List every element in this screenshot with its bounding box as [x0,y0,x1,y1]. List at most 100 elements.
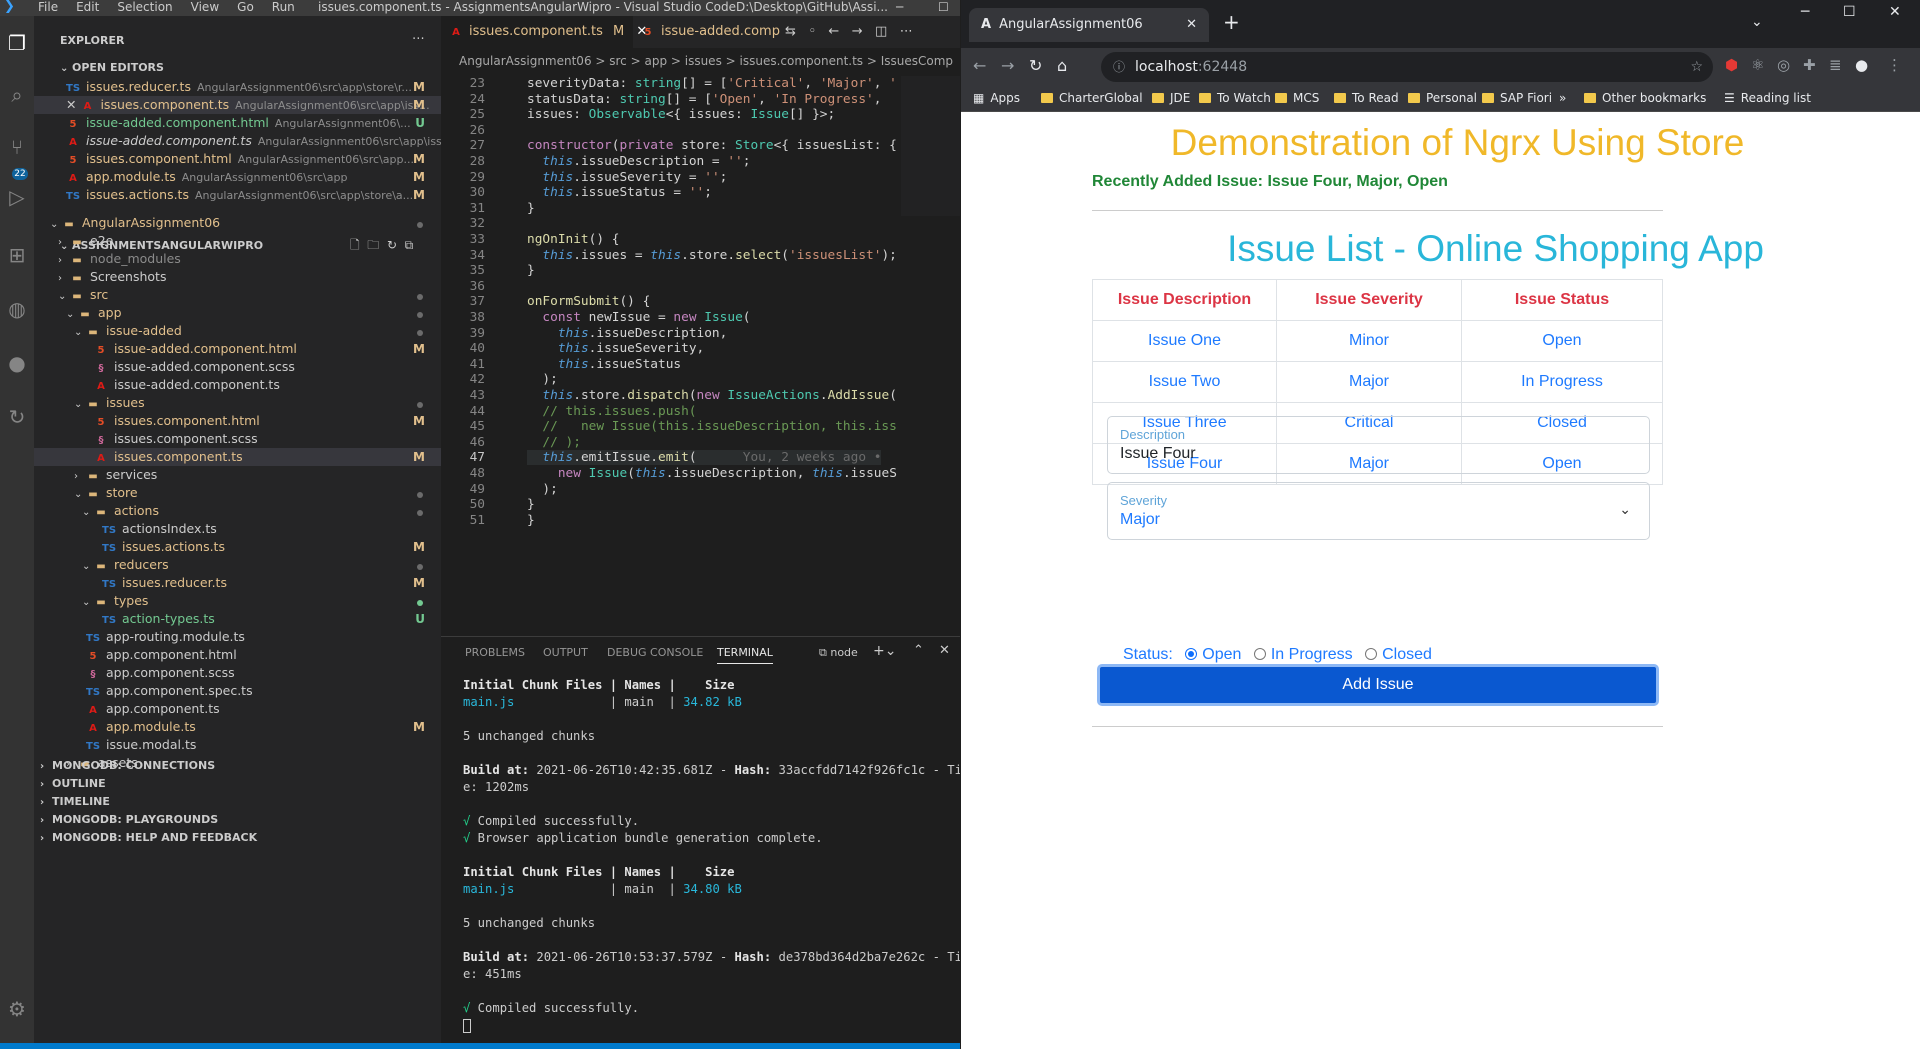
open-editor-item[interactable]: TS issues.actions.ts AngularAssignment06\s… [34,186,441,204]
menu-edit[interactable]: Edit [76,0,99,14]
tab-terminal[interactable]: TERMINAL [717,646,773,664]
terminal-selector[interactable]: ⧉ node [819,646,858,660]
back-icon[interactable]: ← [973,56,986,75]
tree-item[interactable]: TS app.component.spec.ts [34,682,441,700]
mongodb-icon[interactable]: ◍ [4,296,30,322]
explorer-icon[interactable]: ❐ [4,30,30,56]
compare-icon[interactable]: ⇆ [785,24,796,39]
menu-file[interactable]: File [38,0,58,14]
bookmark-sap-fiori[interactable]: SAP Fiori [1482,91,1552,105]
tree-item[interactable]: TS issues.reducer.ts M [34,574,441,592]
sidebar-section-header[interactable]: › TIMELINE [40,795,110,808]
tab-problems[interactable]: PROBLEMS [465,646,525,659]
sidebar-section-header[interactable]: › MONGODB: CONNECTIONS [40,759,215,772]
open-editor-item[interactable]: Aissue-added.component.ts AngularAssignme… [34,132,441,150]
tree-item[interactable]: TS action-types.ts U [34,610,441,628]
bookmark-apps[interactable]: ▦ Apps [973,91,1020,105]
home-icon[interactable]: ⌂ [1057,56,1067,75]
bookmark-charterglobal[interactable]: CharterGlobal [1041,91,1143,105]
editor-more-icon[interactable]: ⋯ [900,24,913,39]
open-editor-item[interactable]: ✕ Aissues.component.ts AngularAssignment0… [34,96,441,114]
code-editor[interactable]: 23 severityData: string[] = ['Critical', … [441,76,960,636]
tree-item[interactable]: ⌄ ▬ actions [34,502,441,520]
radio-in-progress[interactable] [1253,648,1266,660]
tab-issue-added-component[interactable]: 5 issue-added.comp [633,16,783,48]
run-debug-icon[interactable]: ▷ [4,184,30,210]
tree-item[interactable]: § issue-added.component.scss [34,358,441,376]
tree-item[interactable]: Aissue-added.component.ts [34,376,441,394]
reload-icon[interactable]: ↻ [1029,56,1042,75]
forward-icon[interactable]: → [1001,56,1014,75]
bookmark-personal[interactable]: Personal [1408,91,1477,105]
tree-item[interactable]: ⌄ ▬ store [34,484,441,502]
close-icon[interactable]: ✕ [66,97,80,112]
radio-in-progress-label[interactable]: In Progress [1271,646,1353,663]
bookmarks-overflow[interactable]: » [1559,91,1566,105]
chrome-menu-icon[interactable]: ⋮ [1887,56,1902,74]
tree-item[interactable]: ⌄ ▬ src [34,286,441,304]
github-icon[interactable]: ● [4,350,30,376]
close-window-icon[interactable]: ✕ [1889,4,1901,20]
new-terminal-icon[interactable]: +⌄ [873,643,896,659]
radio-closed[interactable] [1365,648,1378,660]
extension-red-icon[interactable]: ⬢ [1725,56,1738,74]
profile-avatar-icon[interactable]: ● [1855,56,1868,74]
open-editors-header[interactable]: ⌄ OPEN EDITORS [60,61,164,74]
add-issue-button[interactable]: Add Issue [1097,664,1659,706]
open-editor-item[interactable]: Aapp.module.ts AngularAssignment06\src\ap… [34,168,441,186]
extensions-puzzle-icon[interactable]: ✚ [1803,56,1816,74]
source-control-icon[interactable]: ⑂ [4,134,30,160]
tab-issues-component-ts[interactable]: Aissues.component.ts M ✕ [441,16,647,48]
bookmark-jde[interactable]: JDE [1152,91,1190,105]
tree-item[interactable]: Aapp.component.ts [34,700,441,718]
radio-open-label[interactable]: Open [1202,646,1241,663]
menu-run[interactable]: Run [272,0,295,14]
menu-go[interactable]: Go [237,0,254,14]
tree-item[interactable]: ⌄ ▬ reducers [34,556,441,574]
tree-item[interactable]: 5 issue-added.component.html M [34,340,441,358]
tree-item[interactable]: TS actionsIndex.ts [34,520,441,538]
tree-item[interactable]: › ▬ node_modules [34,250,441,268]
tab-output[interactable]: OUTPUT [543,646,588,659]
radio-closed-label[interactable]: Closed [1382,646,1432,663]
maximize-icon[interactable]: ☐ [938,0,949,14]
more-actions-icon[interactable]: ⋯ [412,30,425,45]
maximize-icon[interactable]: ☐ [1843,4,1856,20]
tree-item[interactable]: 5 app.component.html [34,646,441,664]
tree-item[interactable]: § app.component.scss [34,664,441,682]
tree-item[interactable]: › ▬ e2e [34,232,441,250]
tab-debug-console[interactable]: DEBUG CONSOLE [607,646,703,659]
tree-item[interactable]: TS issue.modal.ts [34,736,441,754]
extension-react-icon[interactable]: ⚛ [1751,56,1764,74]
arrow-right-icon[interactable]: → [852,24,863,39]
split-editor-icon[interactable]: ◫ [875,24,887,39]
tree-item[interactable]: TS issues.actions.ts M [34,538,441,556]
bookmark-to-read[interactable]: To Read [1334,91,1399,105]
site-info-icon[interactable]: ⓘ [1113,52,1125,82]
tree-item[interactable]: TS app-routing.module.ts [34,628,441,646]
tree-item[interactable]: ⌄ ▬ issue-added [34,322,441,340]
media-icon[interactable]: ≣ [1829,56,1842,74]
tree-item[interactable]: 5 issues.component.html M [34,412,441,430]
tree-item[interactable]: Aapp.module.ts M [34,718,441,736]
tree-item[interactable]: ⌄ ▬ AngularAssignment06 [34,214,441,232]
tree-item[interactable]: › ▬ Screenshots [34,268,441,286]
minimap[interactable] [901,76,960,216]
new-tab-icon[interactable]: + [1223,10,1240,34]
tab-search-icon[interactable]: ⌄ [1751,14,1763,30]
severity-select[interactable]: Severity Major ⌄ [1107,482,1650,540]
settings-gear-icon[interactable]: ⚙ [4,996,30,1022]
open-editor-item[interactable]: TS issues.reducer.ts AngularAssignment06\s… [34,78,441,96]
menu-selection[interactable]: Selection [117,0,172,14]
sidebar-section-header[interactable]: › MONGODB: HELP AND FEEDBACK [40,831,257,844]
sidebar-section-header[interactable]: › OUTLINE [40,777,106,790]
reading-list[interactable]: ☰ Reading list [1724,91,1811,105]
tree-item[interactable]: ⌄ ▬ types [34,592,441,610]
maximize-panel-icon[interactable]: ⌃ [913,643,924,658]
search-icon[interactable]: ⌕ [4,82,30,108]
minimize-icon[interactable]: ─ [896,0,903,14]
menu-view[interactable]: View [191,0,219,14]
sidebar-section-header[interactable]: › MONGODB: PLAYGROUNDS [40,813,218,826]
tree-item[interactable]: ⌄ ▬ issues [34,394,441,412]
bookmark-to-watch[interactable]: To Watch [1199,91,1271,105]
